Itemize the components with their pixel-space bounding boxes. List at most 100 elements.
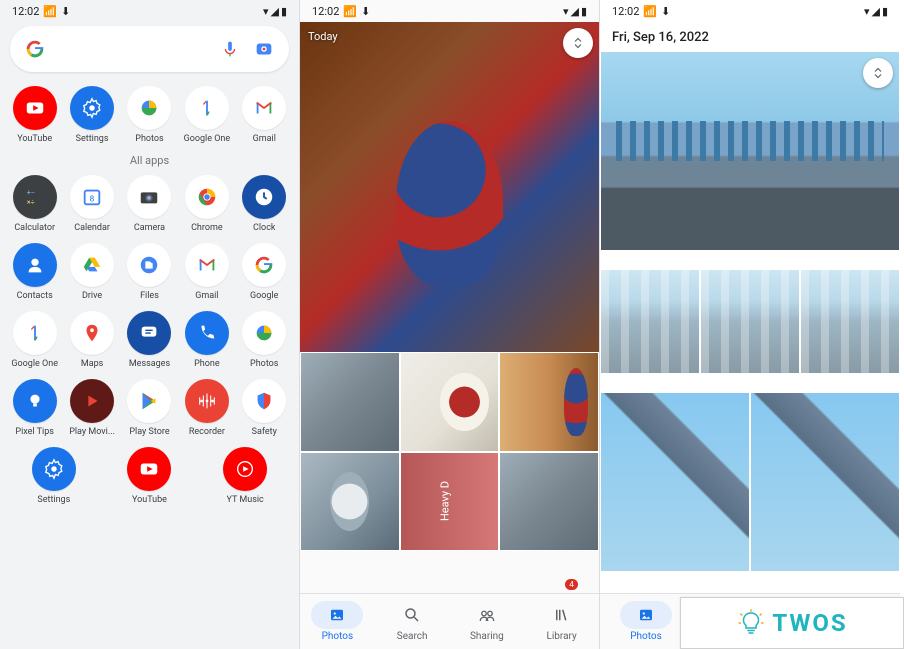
nav-photos[interactable]: Photos xyxy=(311,601,363,642)
clock-icon xyxy=(242,175,286,219)
photo-thumb[interactable] xyxy=(300,352,400,452)
app-label: Chrome xyxy=(191,223,223,233)
download-icon: ⬇ xyxy=(661,5,670,18)
tips-icon xyxy=(13,379,57,423)
photo-thumb[interactable] xyxy=(600,392,750,572)
photo-thumb[interactable] xyxy=(400,452,500,552)
app-google-one[interactable]: Google One xyxy=(181,86,233,144)
photo-hero[interactable] xyxy=(600,51,900,251)
phone-icon xyxy=(185,311,229,355)
expand-collapse-button[interactable] xyxy=(863,58,893,88)
nav-label: Library xyxy=(546,631,576,642)
bulb-icon xyxy=(736,608,766,638)
nav-library[interactable]: Library4 xyxy=(536,601,588,642)
messages-icon xyxy=(127,311,171,355)
status-time: 12:02 xyxy=(612,5,639,18)
files-icon xyxy=(127,243,171,287)
gear-icon xyxy=(32,447,76,491)
app-label: Camera xyxy=(134,223,165,233)
google-g-icon xyxy=(242,243,286,287)
photo-thumb[interactable] xyxy=(600,269,700,374)
photo-thumb[interactable] xyxy=(750,392,900,572)
app-camera[interactable]: Camera xyxy=(123,175,175,233)
app-label: Photos xyxy=(135,134,163,144)
nav-label: Photos xyxy=(322,631,354,642)
signal-icon: ◢ xyxy=(270,5,278,18)
app-label: Google One xyxy=(11,359,58,369)
app-maps[interactable]: Maps xyxy=(66,311,118,369)
app-gmail[interactable]: Gmail xyxy=(238,86,290,144)
youtube-icon xyxy=(13,86,57,130)
app-messages[interactable]: Messages xyxy=(123,311,175,369)
app-label: Calculator xyxy=(14,223,55,233)
app-calendar[interactable]: Calendar xyxy=(66,175,118,233)
app-photos[interactable]: Photos xyxy=(238,311,290,369)
date-overlay: Today xyxy=(308,30,338,43)
watermark-text: TWOS xyxy=(772,609,847,637)
app-label: Maps xyxy=(81,359,103,369)
ytmusic-icon xyxy=(223,447,267,491)
youtube-icon xyxy=(127,447,171,491)
app-youtube[interactable]: YouTube xyxy=(123,447,175,505)
app-label: Phone xyxy=(194,359,220,369)
app-clock[interactable]: Clock xyxy=(238,175,290,233)
photo-thumb[interactable] xyxy=(499,352,599,452)
app-files[interactable]: Files xyxy=(123,243,175,301)
photo-thumb[interactable] xyxy=(800,269,900,374)
app-settings[interactable]: Settings xyxy=(66,86,118,144)
gear-icon xyxy=(70,86,114,130)
app-settings[interactable]: Settings xyxy=(28,447,80,505)
calendar-icon xyxy=(70,175,114,219)
photo-hero[interactable]: Today xyxy=(300,22,599,352)
nav-photos[interactable]: Photos xyxy=(620,601,672,642)
photo-thumb[interactable] xyxy=(400,352,500,452)
app-play-movi-[interactable]: Play Movi... xyxy=(66,379,118,437)
google-search-bar[interactable] xyxy=(10,26,289,72)
lte-icon: 📶 xyxy=(643,5,657,18)
app-label: Google xyxy=(250,291,278,301)
app-label: Safety xyxy=(252,427,277,437)
status-bar: 12:02 📶 ⬇ ▾ ◢ ▮ xyxy=(0,0,299,22)
app-label: YT Music xyxy=(227,495,264,505)
photos-icon xyxy=(127,86,171,130)
app-photos[interactable]: Photos xyxy=(123,86,175,144)
app-calculator[interactable]: Calculator xyxy=(9,175,61,233)
lens-icon[interactable] xyxy=(253,38,275,60)
app-google[interactable]: Google xyxy=(238,243,290,301)
app-yt-music[interactable]: YT Music xyxy=(219,447,271,505)
panel-photos-day: 12:02 📶 ⬇ ▾ ◢ ▮ Fri, Sep 16, 2022 Photos xyxy=(600,0,900,649)
photo-thumb[interactable] xyxy=(300,452,400,552)
gmail-icon xyxy=(185,243,229,287)
app-safety[interactable]: Safety xyxy=(238,379,290,437)
app-label: Settings xyxy=(76,134,109,144)
app-label: Clock xyxy=(253,223,275,233)
app-drive[interactable]: Drive xyxy=(66,243,118,301)
app-phone[interactable]: Phone xyxy=(181,311,233,369)
app-pixel-tips[interactable]: Pixel Tips xyxy=(9,379,61,437)
app-label: Photos xyxy=(250,359,278,369)
app-gmail[interactable]: Gmail xyxy=(181,243,233,301)
camera-icon xyxy=(127,175,171,219)
battery-icon: ▮ xyxy=(581,5,587,18)
nav-label: Search xyxy=(397,631,428,642)
app-google-one[interactable]: Google One xyxy=(9,311,61,369)
favorites-row: YouTube Settings Photos Google One Gmail xyxy=(0,82,299,150)
nav-sharing[interactable]: Sharing xyxy=(461,601,513,642)
app-youtube[interactable]: YouTube xyxy=(9,86,61,144)
app-label: Play Movi... xyxy=(69,427,115,437)
app-contacts[interactable]: Contacts xyxy=(9,243,61,301)
app-label: Files xyxy=(140,291,159,301)
mic-icon[interactable] xyxy=(219,38,241,60)
app-play-store[interactable]: Play Store xyxy=(123,379,175,437)
google-g-icon xyxy=(24,38,46,60)
maps-icon xyxy=(70,311,114,355)
app-chrome[interactable]: Chrome xyxy=(181,175,233,233)
nav-label: Sharing xyxy=(470,631,504,642)
signal-icon: ◢ xyxy=(570,5,578,18)
expand-collapse-button[interactable] xyxy=(563,28,593,58)
app-label: Gmail xyxy=(195,291,218,301)
nav-search[interactable]: Search xyxy=(386,601,438,642)
photo-thumb[interactable] xyxy=(700,269,800,374)
photo-thumb[interactable] xyxy=(499,452,599,552)
app-recorder[interactable]: Recorder xyxy=(181,379,233,437)
